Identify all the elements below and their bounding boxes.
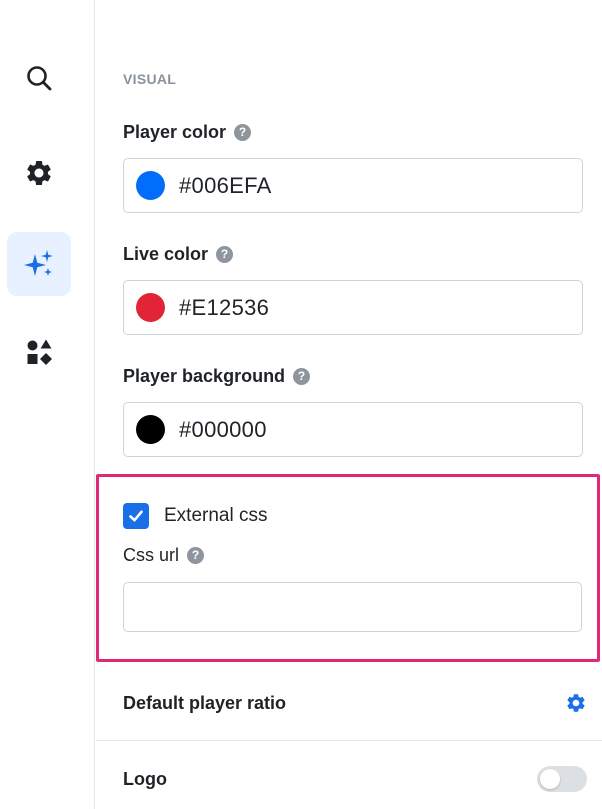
live-color-value: #E12536: [179, 294, 270, 320]
player-background-label-text: Player background: [123, 365, 286, 386]
live-color-label: Live color ?: [123, 242, 234, 266]
player-color-label: Player color ?: [123, 120, 252, 144]
divider: [96, 740, 602, 741]
sparkles-icon: [24, 250, 53, 276]
search-icon: [27, 66, 52, 91]
gear-icon[interactable]: [565, 692, 587, 714]
shapes-icon: [27, 339, 52, 365]
player-background-swatch[interactable]: [136, 415, 165, 444]
sidebar-item-search[interactable]: [7, 46, 71, 110]
help-icon[interactable]: ?: [234, 123, 252, 141]
player-background-value: #000000: [179, 416, 267, 442]
player-color-swatch[interactable]: [136, 171, 165, 200]
external-css-checkbox[interactable]: [123, 502, 149, 529]
toggle-knob: [540, 769, 560, 789]
sidebar-item-settings[interactable]: [7, 141, 71, 205]
logo-label: Logo: [123, 768, 167, 789]
external-css-label: External css: [164, 504, 268, 526]
section-title: VISUAL: [123, 71, 177, 87]
external-css-row[interactable]: External css: [123, 502, 267, 529]
player-background-input[interactable]: #000000: [123, 402, 583, 457]
default-player-ratio-row[interactable]: Default player ratio: [123, 689, 587, 717]
sidebar-item-widgets[interactable]: [7, 320, 71, 384]
checkmark-icon: [129, 510, 143, 521]
help-icon[interactable]: ?: [293, 367, 311, 385]
logo-row: Logo: [123, 765, 587, 793]
sidebar: [0, 0, 95, 809]
sidebar-item-visual[interactable]: [7, 232, 71, 296]
css-url-label: Css url ?: [123, 543, 205, 567]
player-color-value: #006EFA: [179, 172, 272, 198]
player-color-label-text: Player color: [123, 121, 227, 142]
visual-settings-panel: VISUAL Player color ? #006EFA Live color…: [96, 0, 602, 809]
live-color-input[interactable]: #E12536: [123, 280, 583, 335]
css-url-input[interactable]: [123, 582, 582, 632]
default-player-ratio-label: Default player ratio: [123, 692, 287, 713]
player-background-label: Player background ?: [123, 364, 311, 388]
live-color-label-text: Live color: [123, 243, 209, 264]
player-color-input[interactable]: #006EFA: [123, 158, 583, 213]
help-icon[interactable]: ?: [187, 546, 205, 564]
gear-icon: [27, 161, 51, 185]
css-url-label-text: Css url: [123, 544, 180, 565]
help-icon[interactable]: ?: [216, 245, 234, 263]
logo-toggle[interactable]: [537, 766, 587, 792]
live-color-swatch[interactable]: [136, 293, 165, 322]
